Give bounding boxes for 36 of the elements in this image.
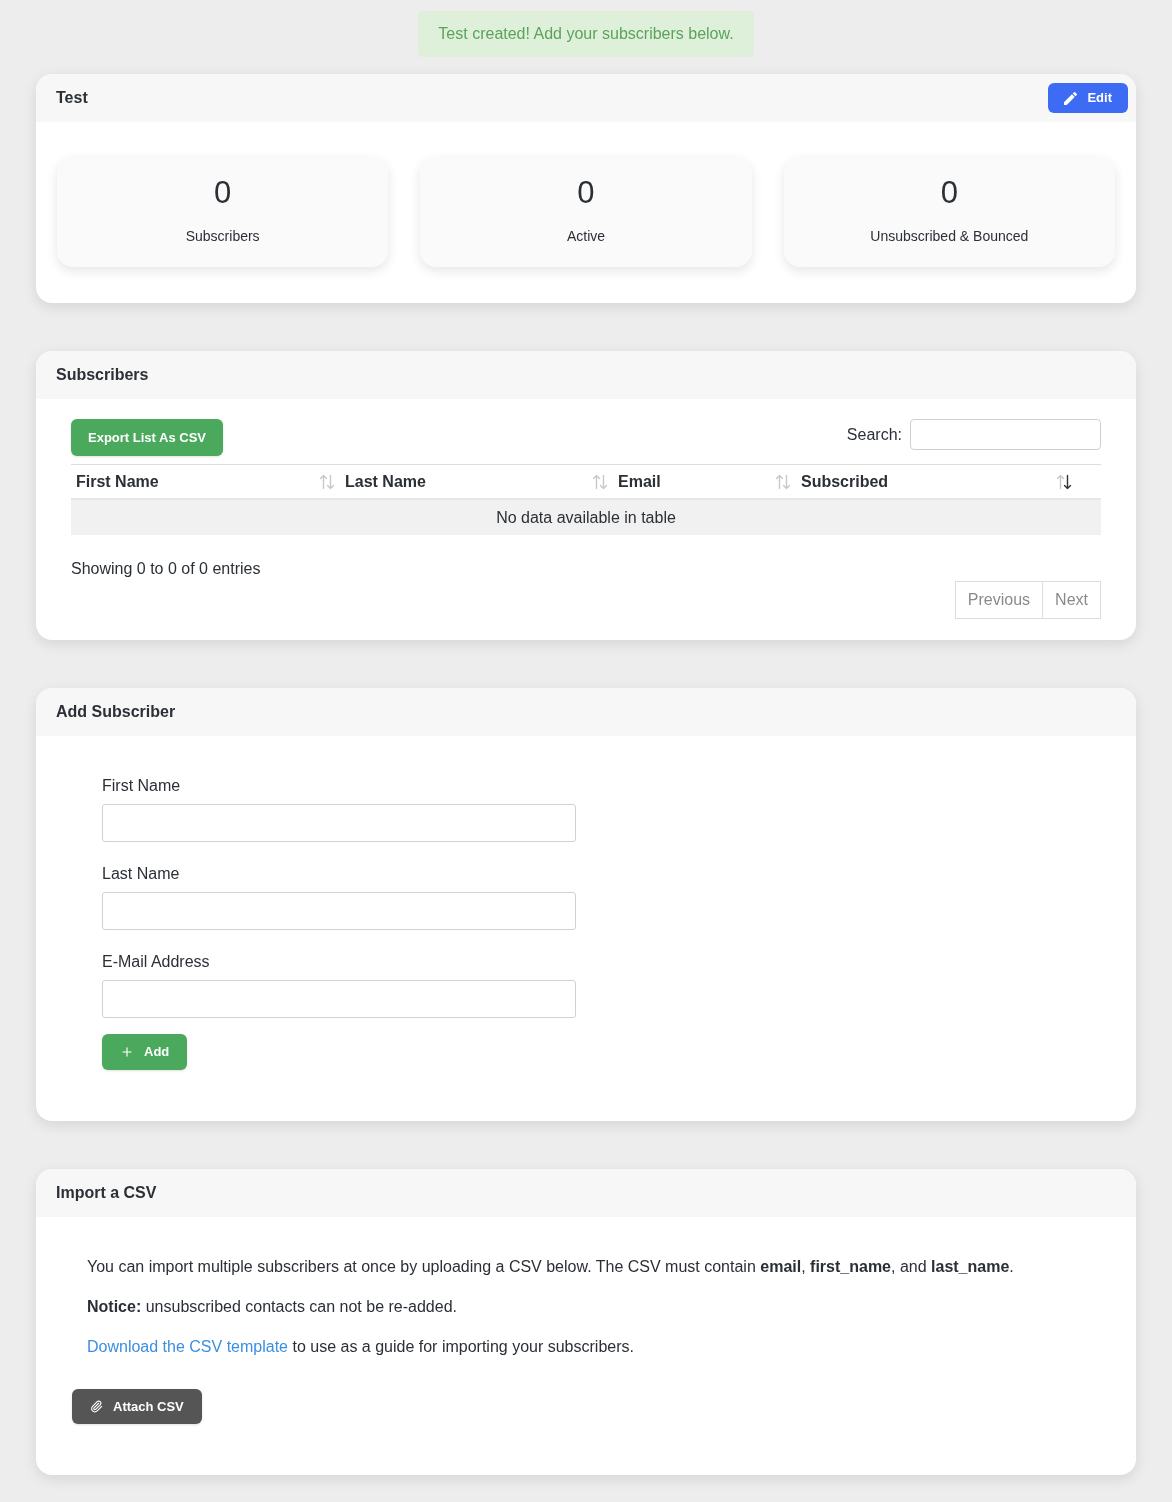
stat-label: Active xyxy=(566,227,606,246)
empty-table-row: No data available in table xyxy=(71,500,1101,535)
instruction-text: Notice: unsubscribed contacts can not be re-added. xyxy=(87,1297,457,1317)
column-header[interactable]: First Name xyxy=(71,465,340,498)
instruction-text: You can import multiple subscribers at once by uploading a CSV below. The CSV must contain email, first_name, and last_name. xyxy=(87,1257,1014,1277)
search-field[interactable] xyxy=(910,419,1101,450)
card-title: Import a CSV xyxy=(56,1183,157,1203)
stat-label: Subscribers xyxy=(185,227,260,246)
success-alert: Test created! Add your subscribers below. xyxy=(418,11,754,57)
search-label: Search: xyxy=(846,424,902,445)
table-info: Showing 0 to 0 of 0 entries xyxy=(71,559,261,579)
stat-value: 0 xyxy=(214,177,232,208)
export-button[interactable]: Export List As CSV xyxy=(71,419,223,456)
field-label: First Name xyxy=(102,776,181,796)
input-field[interactable] xyxy=(102,892,576,930)
card-title: Add Subscriber xyxy=(56,702,176,722)
stat-label: Unsubscribed & Bounced xyxy=(870,227,1029,246)
input-field[interactable] xyxy=(102,980,576,1018)
attach-button[interactable]: Attach CSV xyxy=(72,1389,202,1424)
edit-button[interactable]: Edit xyxy=(1048,83,1128,113)
stat-value: 0 xyxy=(940,177,958,208)
column-header[interactable]: Email xyxy=(613,465,796,498)
plus-icon xyxy=(120,1045,134,1059)
column-header[interactable]: Subscribed xyxy=(796,465,1077,498)
paperclip-icon xyxy=(90,1400,103,1413)
template-link[interactable]: Download the CSV template xyxy=(87,1338,288,1355)
column-header[interactable]: Last Name xyxy=(340,465,613,498)
card-title: Subscribers xyxy=(56,365,149,385)
pencil-icon xyxy=(1064,91,1078,105)
add-button[interactable]: Add xyxy=(102,1034,188,1070)
stat-value: 0 xyxy=(577,177,595,208)
field-label: Last Name xyxy=(102,864,180,884)
input-field[interactable] xyxy=(102,804,576,842)
template-note: Download the CSV template to use as a guide for importing your subscribers. xyxy=(87,1337,634,1357)
field-label: E-Mail Address xyxy=(102,952,210,972)
card-title: Test xyxy=(56,88,88,108)
